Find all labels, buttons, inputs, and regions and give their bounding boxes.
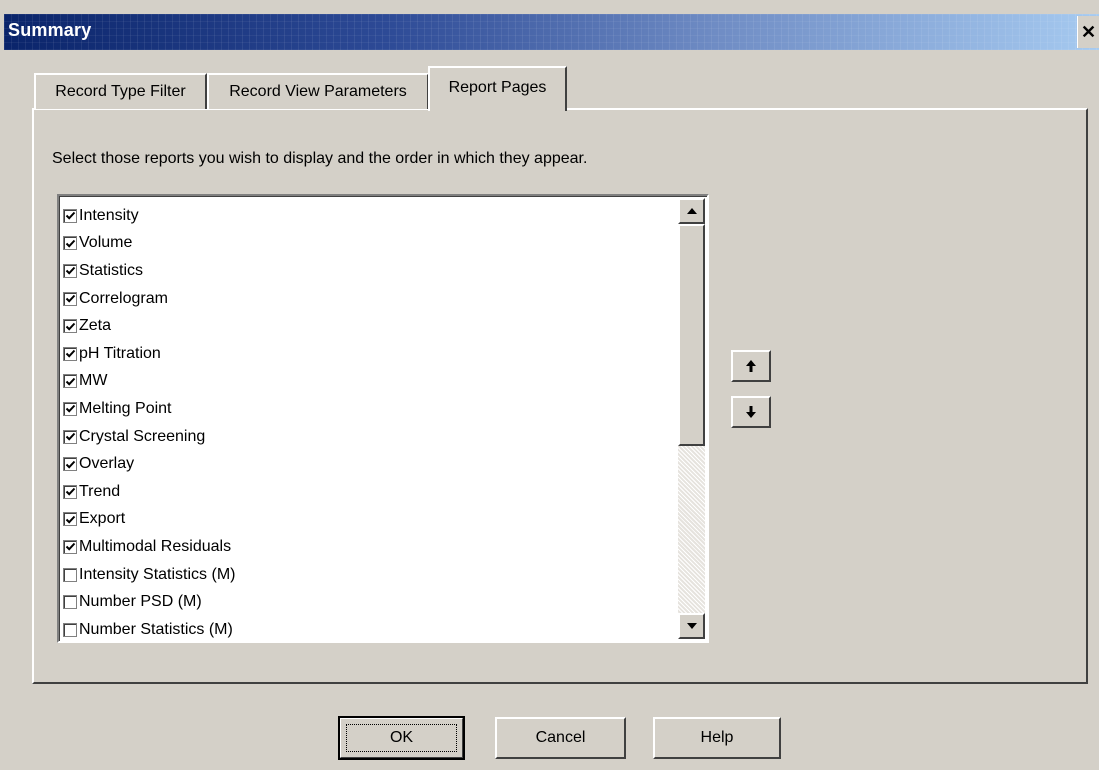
list-item-label: Crystal Screening <box>79 427 206 445</box>
list-item-label: Correlogram <box>79 289 168 307</box>
list-item-label: Export <box>79 510 126 528</box>
list-item[interactable]: Trend <box>63 478 673 506</box>
list-item-label: Melting Point <box>79 399 172 417</box>
scroll-down-arrow-icon <box>686 623 697 629</box>
list-items: Intensity Volume Statistics Correlogram Zeta… <box>63 202 673 644</box>
tab-label: Record Type Filter <box>55 83 186 100</box>
checkmark-icon <box>65 377 75 386</box>
list-item-label: pH Titration <box>79 344 161 362</box>
list-item-label: Trend <box>79 482 121 500</box>
checkbox-checked[interactable] <box>63 208 77 223</box>
checkbox-checked[interactable] <box>63 319 77 334</box>
list-item-label: Volume <box>79 234 133 252</box>
list-item-label: Multimodal Residuals <box>79 537 232 555</box>
checkbox-checked[interactable] <box>63 539 77 554</box>
list-item[interactable]: Melting Point <box>63 395 673 423</box>
list-item[interactable]: pH Titration <box>63 340 673 368</box>
list-item[interactable]: Number PSD (M) <box>63 588 673 616</box>
checkbox-checked[interactable] <box>63 236 77 251</box>
instruction-text: Select those reports you wish to display… <box>52 150 588 167</box>
checkbox-checked[interactable] <box>63 429 77 444</box>
list-item[interactable]: Zeta <box>63 312 673 340</box>
checkmark-icon <box>65 294 75 303</box>
cancel-button-label: Cancel <box>535 729 586 746</box>
move-down-button[interactable] <box>731 396 771 428</box>
list-item[interactable]: Export <box>63 506 673 534</box>
tab-label: Report Pages <box>448 79 547 96</box>
checkmark-icon <box>65 239 75 248</box>
list-item-label: Zeta <box>79 317 112 335</box>
list-item[interactable]: Statistics <box>63 257 673 285</box>
scroll-up-arrow-icon <box>686 208 697 214</box>
checkbox-unchecked[interactable] <box>63 567 77 582</box>
list-item[interactable]: Volume <box>63 230 673 258</box>
list-item[interactable]: Overlay <box>63 450 673 478</box>
list-item[interactable]: Number Statistics (M) <box>63 616 673 644</box>
list-item[interactable]: Intensity Statistics (M) <box>63 561 673 589</box>
tab-label: Record View Parameters <box>229 83 407 100</box>
checkmark-icon <box>65 432 75 441</box>
list-item-label: Intensity <box>79 206 139 224</box>
cancel-button[interactable]: Cancel <box>495 717 626 759</box>
list-item-label: Overlay <box>79 455 135 473</box>
list-item-label: Number Statistics (M) <box>79 620 233 638</box>
ok-button[interactable]: OK <box>338 716 465 760</box>
checkbox-checked[interactable] <box>63 457 77 472</box>
checkmark-icon <box>65 460 75 469</box>
tab-record-view-parameters[interactable]: Record View Parameters <box>207 73 429 109</box>
list-item[interactable]: Crystal Screening <box>63 423 673 451</box>
scroll-down-button[interactable] <box>678 613 705 639</box>
window-title: Summary <box>8 20 92 40</box>
close-icon: ✕ <box>1080 22 1097 42</box>
tab-record-type-filter[interactable]: Record Type Filter <box>34 73 207 109</box>
checkbox-checked[interactable] <box>63 263 77 278</box>
focus-rectangle <box>346 724 457 752</box>
checkmark-icon <box>65 267 75 276</box>
arrow-down-icon <box>746 406 756 418</box>
list-scrollbar[interactable] <box>678 198 705 639</box>
checkmark-icon <box>65 543 75 552</box>
checkbox-checked[interactable] <box>63 401 77 416</box>
tab-report-pages[interactable]: Report Pages <box>428 66 567 111</box>
list-item[interactable]: Intensity <box>63 202 673 230</box>
checkmark-icon <box>65 212 75 220</box>
list-item-label: Statistics <box>79 261 144 279</box>
checkbox-checked[interactable] <box>63 484 77 499</box>
list-item[interactable]: Multimodal Residuals <box>63 533 673 561</box>
list-item-label: Number PSD (M) <box>79 593 202 611</box>
checkmark-icon <box>65 488 75 496</box>
list-item[interactable]: Correlogram <box>63 285 673 313</box>
help-button[interactable]: Help <box>653 717 781 759</box>
close-button[interactable]: ✕ <box>1077 16 1099 48</box>
checkbox-checked[interactable] <box>63 374 77 389</box>
checkbox-checked[interactable] <box>63 291 77 306</box>
checkbox-unchecked[interactable] <box>63 595 77 610</box>
help-button-label: Help <box>700 729 734 746</box>
checkmark-icon <box>65 322 75 331</box>
checkbox-checked[interactable] <box>63 512 77 527</box>
checkmark-icon <box>65 405 75 414</box>
arrow-up-icon <box>746 360 756 372</box>
checkmark-icon <box>65 515 75 524</box>
summary-dialog: Summary ✕ Record Type Filter Record View… <box>0 0 1099 770</box>
list-item-label: Intensity Statistics (M) <box>79 565 236 583</box>
checkbox-unchecked[interactable] <box>63 622 77 637</box>
checkmark-icon <box>65 350 75 358</box>
checkbox-checked[interactable] <box>63 346 77 361</box>
title-bar[interactable]: Summary ✕ <box>4 14 1099 50</box>
scroll-thumb[interactable] <box>678 224 705 446</box>
move-up-button[interactable] <box>731 350 771 382</box>
list-item[interactable]: MW <box>63 368 673 396</box>
list-item-label: MW <box>79 372 108 390</box>
scroll-up-button[interactable] <box>678 198 705 224</box>
report-pages-list[interactable]: Intensity Volume Statistics Correlogram Zeta… <box>57 194 709 643</box>
